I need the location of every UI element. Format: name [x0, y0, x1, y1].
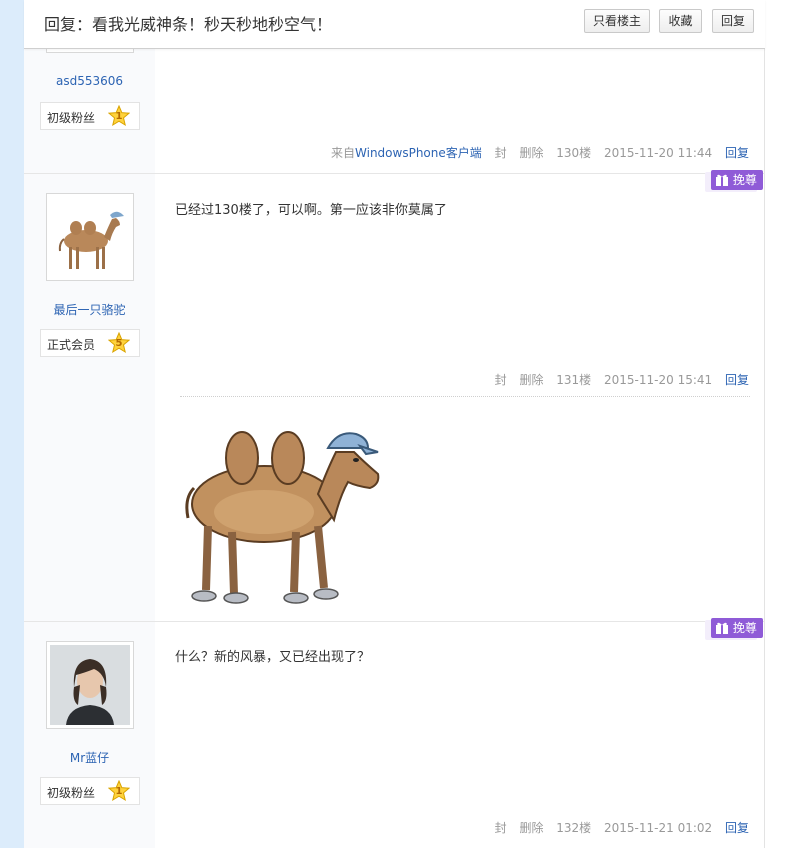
favorite-button[interactable]: 收藏 — [659, 9, 702, 33]
post-time: 2015-11-20 11:44 — [604, 146, 713, 160]
client-link[interactable]: WindowsPhone客户端 — [355, 146, 482, 160]
post-content: 什么？新的风暴，又已经出现了？ — [175, 650, 371, 665]
level-badge[interactable]: 初级粉丝 1 — [40, 777, 140, 805]
post-source: 来自WindowsPhone客户端 — [331, 146, 482, 160]
signature-image — [178, 408, 386, 608]
post-time: 2015-11-21 01:02 — [604, 821, 713, 835]
left-background-strip — [0, 0, 24, 848]
delete-link[interactable]: 删除 — [519, 821, 543, 835]
delete-link[interactable]: 删除 — [519, 146, 543, 160]
floor-number: 132楼 — [556, 821, 592, 835]
ban-link[interactable]: 封 — [495, 373, 507, 387]
post-user-sidebar: 最后一只骆驼 正式会员 5 — [24, 174, 155, 621]
level-badge[interactable]: 初级粉丝 1 — [40, 102, 140, 130]
thread-title: 回复：看我光威神条！秒天秒地秒空气！ — [44, 15, 333, 34]
username-link[interactable]: asd553606 — [24, 74, 155, 88]
reward-label: 挽尊 — [732, 621, 757, 635]
only-op-button[interactable]: 只看楼主 — [584, 9, 650, 33]
reply-link[interactable]: 回复 — [725, 373, 749, 387]
level-title: 初级粉丝 — [47, 786, 96, 800]
username-link[interactable]: 最后一只骆驼 — [24, 301, 155, 318]
camel-avatar-icon — [50, 197, 130, 277]
user-avatar[interactable] — [46, 193, 134, 281]
reward-button[interactable]: 挽尊 — [711, 170, 763, 190]
signature-divider — [180, 396, 750, 397]
thread-header: 回复：看我光威神条！秒天秒地秒空气！ 只看楼主 收藏 回复 — [24, 0, 765, 49]
level-number: 1 — [115, 786, 123, 797]
post-time: 2015-11-20 15:41 — [604, 373, 713, 387]
floor-number: 130楼 — [556, 146, 592, 160]
level-badge[interactable]: 正式会员 5 — [40, 329, 140, 357]
username-link[interactable]: Mr蓝仔 — [24, 749, 155, 766]
gift-icon — [716, 622, 728, 634]
post-meta: 封 删除 132楼 2015-11-21 01:02 回复 — [486, 819, 749, 836]
level-number: 1 — [115, 111, 123, 122]
reply-link[interactable]: 回复 — [725, 821, 749, 835]
ban-link[interactable]: 封 — [495, 821, 507, 835]
level-number: 5 — [115, 338, 123, 349]
person-avatar-icon — [50, 645, 130, 725]
post-131: 最后一只骆驼 正式会员 5 挽尊 已经过130楼了，可以啊。第一应该非你莫属了 … — [24, 170, 765, 622]
post-content: 已经过130楼了，可以啊。第一应该非你莫属了 — [175, 203, 447, 218]
reward-label: 挽尊 — [732, 173, 757, 187]
thread-container: 回复：看我光威神条！秒天秒地秒空气！ 只看楼主 收藏 回复 asd553606 … — [24, 0, 765, 848]
delete-link[interactable]: 删除 — [519, 373, 543, 387]
post-132: Mr蓝仔 初级粉丝 1 挽尊 什么？新的风暴，又已经出现了？ 封 删除 132楼… — [24, 618, 765, 848]
user-avatar[interactable] — [46, 641, 134, 729]
level-title: 初级粉丝 — [47, 111, 96, 125]
reply-link[interactable]: 回复 — [725, 146, 749, 160]
gift-icon — [716, 174, 728, 186]
level-title: 正式会员 — [47, 338, 96, 352]
post-user-sidebar: Mr蓝仔 初级粉丝 1 — [24, 622, 155, 848]
ban-link[interactable]: 封 — [495, 146, 507, 160]
floor-number: 131楼 — [556, 373, 592, 387]
camel-cap-image-icon — [185, 431, 380, 604]
reply-button[interactable]: 回复 — [712, 9, 754, 33]
post-meta: 封 删除 131楼 2015-11-20 15:41 回复 — [486, 371, 749, 388]
reward-button[interactable]: 挽尊 — [711, 618, 763, 638]
post-meta: 来自WindowsPhone客户端 封 删除 130楼 2015-11-20 1… — [322, 144, 749, 161]
